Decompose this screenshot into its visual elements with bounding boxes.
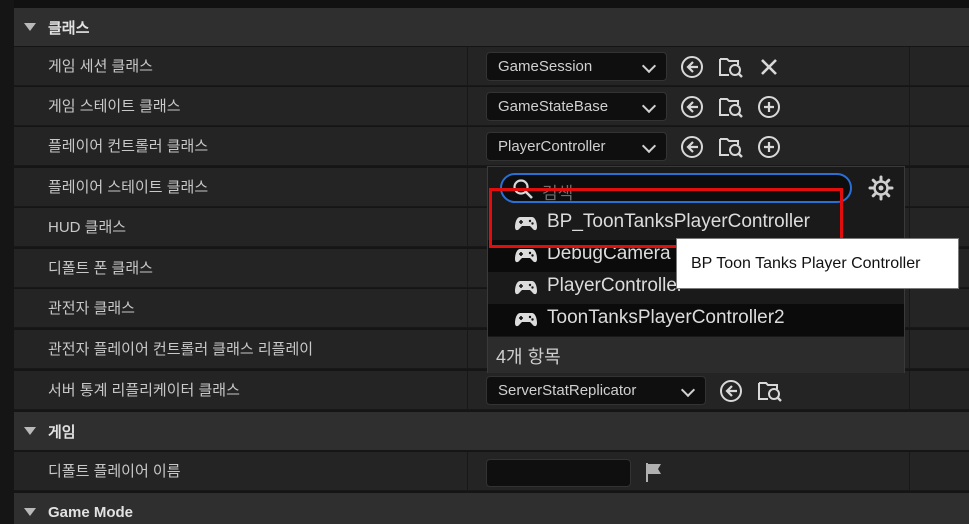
- category-game[interactable]: 게임: [14, 412, 969, 450]
- arrow-left-circle-icon: [681, 136, 703, 158]
- category-label: 클래스: [48, 19, 90, 37]
- class-combo[interactable]: GameSession: [486, 52, 667, 81]
- chevron-down-icon: [641, 138, 657, 154]
- gamepad-icon: [515, 281, 537, 295]
- collapse-arrow-icon[interactable]: [24, 23, 36, 31]
- list-item[interactable]: ToonTanksPlayerController2: [488, 304, 904, 336]
- combo-value: GameStateBase: [498, 98, 609, 115]
- row-game-state: 게임 스테이트 클래스 GameStateBase: [14, 87, 969, 126]
- combo-value: PlayerController: [498, 138, 606, 155]
- category-label: Game Mode: [48, 503, 134, 521]
- row-default-player-name: 디폴트 플레이어 이름: [14, 452, 969, 491]
- arrow-left-circle-icon: [681, 56, 703, 78]
- item-count-footer: 4개 항목: [488, 337, 904, 373]
- localization-flag-button[interactable]: [641, 459, 667, 485]
- category-classes[interactable]: 클래스: [14, 8, 969, 46]
- player-name-input[interactable]: [486, 459, 631, 487]
- category-label: 게임: [48, 423, 76, 441]
- left-gutter: [0, 0, 14, 524]
- combo-value: GameSession: [498, 58, 593, 75]
- browse-button[interactable]: [718, 134, 744, 160]
- use-selected-button[interactable]: [679, 54, 705, 80]
- use-selected-button[interactable]: [718, 378, 744, 404]
- collapse-arrow-icon[interactable]: [24, 508, 36, 516]
- item-count: 4개 항목: [496, 347, 561, 367]
- folder-search-icon: [758, 382, 782, 402]
- property-label: 디폴트 플레이어 이름: [48, 463, 181, 480]
- browse-button[interactable]: [718, 94, 744, 120]
- property-label: 서버 통계 리플리케이터 클래스: [48, 382, 240, 399]
- property-label: 디폴트 폰 클래스: [48, 260, 153, 277]
- combo-value: ServerStatReplicator: [498, 382, 637, 399]
- property-label: 플레이어 스테이트 클래스: [48, 179, 209, 196]
- list-item-label: PlayerController: [547, 275, 684, 296]
- chevron-down-icon: [641, 58, 657, 74]
- arrow-left-circle-icon: [681, 96, 703, 118]
- property-label: 게임 세션 클래스: [48, 58, 153, 75]
- gamepad-icon: [515, 249, 537, 263]
- row-player-controller: 플레이어 컨트롤러 클래스 PlayerController: [14, 127, 969, 166]
- chevron-down-icon: [641, 98, 657, 114]
- folder-search-icon: [719, 58, 743, 78]
- gear-icon: [868, 175, 894, 201]
- close-icon: [761, 59, 777, 75]
- class-combo[interactable]: GameStateBase: [486, 92, 667, 121]
- browse-button[interactable]: [718, 54, 744, 80]
- property-label: 플레이어 컨트롤러 클래스: [48, 138, 209, 155]
- arrow-left-circle-icon: [720, 380, 742, 402]
- class-combo[interactable]: PlayerController: [486, 132, 667, 161]
- tooltip: BP Toon Tanks Player Controller: [676, 238, 959, 289]
- folder-search-icon: [719, 138, 743, 158]
- tooltip-text: BP Toon Tanks Player Controller: [691, 254, 921, 272]
- clear-button[interactable]: [756, 54, 782, 80]
- property-label: HUD 클래스: [48, 219, 127, 236]
- category-game-mode[interactable]: Game Mode: [14, 493, 969, 524]
- property-label: 관전자 클래스: [48, 300, 135, 317]
- chevron-down-icon: [680, 382, 696, 398]
- folder-search-icon: [719, 98, 743, 118]
- add-button[interactable]: [756, 134, 782, 160]
- class-combo[interactable]: ServerStatReplicator: [486, 376, 706, 405]
- flag-icon: [646, 463, 661, 482]
- use-selected-button[interactable]: [679, 94, 705, 120]
- gamepad-icon: [515, 313, 537, 327]
- add-button[interactable]: [756, 94, 782, 120]
- plus-circle-icon: [758, 96, 780, 118]
- property-label: 관전자 플레이어 컨트롤러 클래스 리플레이: [48, 341, 314, 358]
- settings-button[interactable]: [868, 175, 896, 203]
- use-selected-button[interactable]: [679, 134, 705, 160]
- row-game-session: 게임 세션 클래스 GameSession: [14, 47, 969, 86]
- collapse-arrow-icon[interactable]: [24, 427, 36, 435]
- property-label: 게임 스테이트 클래스: [48, 98, 181, 115]
- top-strip: [14, 0, 969, 8]
- plus-circle-icon: [758, 136, 780, 158]
- row-server-stat: 서버 통계 리플리케이터 클래스 ServerStatReplicator: [14, 371, 969, 410]
- browse-button[interactable]: [757, 378, 783, 404]
- list-item-label: ToonTanksPlayerController2: [547, 307, 785, 328]
